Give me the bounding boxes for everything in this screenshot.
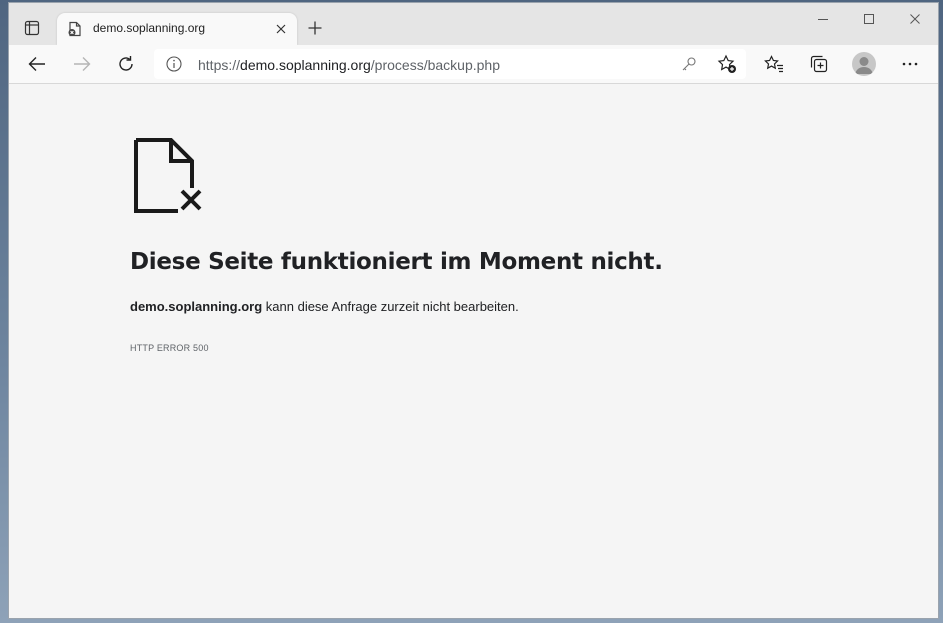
back-arrow-icon[interactable] [25, 52, 49, 76]
close-icon[interactable] [892, 3, 938, 35]
error-code: HTTP ERROR 500 [130, 343, 209, 353]
tab-close-icon[interactable] [273, 21, 289, 37]
url-path: /process/backup.php [370, 57, 500, 73]
tab-actions-icon[interactable] [21, 17, 43, 39]
error-message: kann diese Anfrage zurzeit nicht bearbei… [262, 299, 519, 314]
tab-title: demo.soplanning.org [93, 21, 206, 35]
collections-icon[interactable] [807, 52, 831, 76]
broken-page-icon [134, 138, 206, 214]
url-text[interactable]: https://demo.soplanning.org/process/back… [198, 57, 500, 73]
minimize-icon[interactable] [800, 3, 846, 35]
url-prefix: https:// [198, 57, 241, 73]
maximize-icon[interactable] [846, 3, 892, 35]
error-description: demo.soplanning.org kann diese Anfrage z… [130, 299, 519, 314]
window-controls [800, 3, 938, 35]
refresh-icon[interactable] [114, 52, 138, 76]
favorites-icon[interactable] [762, 52, 786, 76]
key-icon[interactable] [681, 56, 697, 72]
browser-toolbar: https://demo.soplanning.org/process/back… [9, 45, 938, 84]
url-host: demo.soplanning.org [240, 57, 371, 73]
browser-window: demo.soplanning.org https://demo.soplann… [8, 2, 939, 619]
error-host: demo.soplanning.org [130, 299, 263, 314]
forward-arrow-icon[interactable] [70, 52, 94, 76]
more-menu-icon[interactable] [898, 52, 922, 76]
site-info-icon[interactable] [166, 56, 182, 72]
tab-strip: demo.soplanning.org [9, 3, 938, 45]
address-bar[interactable]: https://demo.soplanning.org/process/back… [154, 49, 746, 79]
error-heading: Diese Seite funktioniert im Moment nicht… [130, 249, 663, 275]
profile-avatar[interactable] [852, 52, 876, 76]
page-content: Diese Seite funktioniert im Moment nicht… [9, 84, 938, 618]
add-favorite-icon[interactable] [717, 54, 737, 74]
broken-page-icon [67, 21, 83, 37]
tab-active[interactable]: demo.soplanning.org [57, 13, 297, 45]
new-tab-icon[interactable] [305, 18, 325, 38]
